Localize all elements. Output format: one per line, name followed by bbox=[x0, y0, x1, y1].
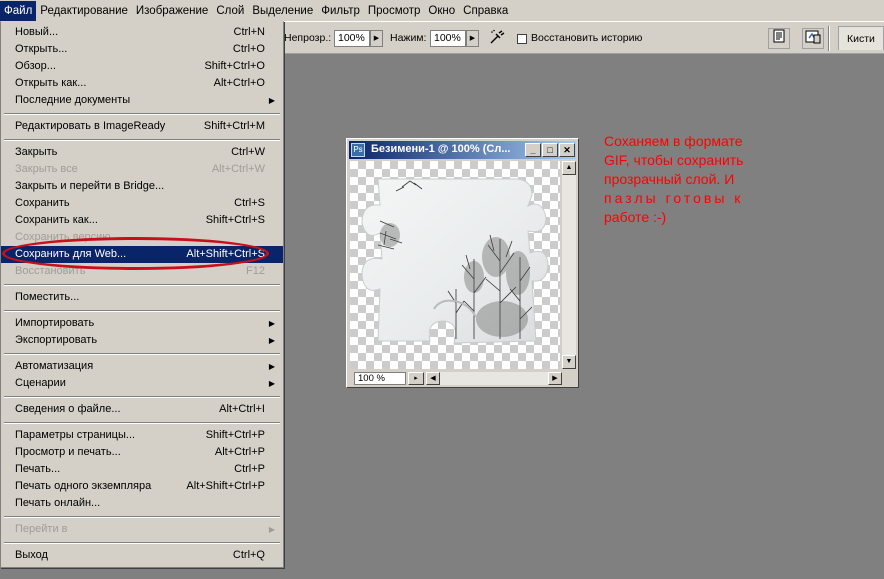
menu-item-exit[interactable]: Выход Ctrl+Q bbox=[1, 547, 283, 564]
menu-item-print-one[interactable]: Печать одного экземпляра Alt+Shift+Ctrl+P bbox=[1, 478, 283, 495]
menu-separator bbox=[1, 306, 283, 315]
annotation-text: Соханяем в формате GIF, чтобы сохранить … bbox=[604, 132, 804, 227]
scroll-down-arrow-icon[interactable]: ▼ bbox=[562, 355, 576, 369]
menu-item-file-info[interactable]: Сведения о файле... Alt+Ctrl+I bbox=[1, 401, 283, 418]
annotation-line: Соханяем в формате bbox=[604, 133, 743, 149]
menu-item-edit-imageready[interactable]: Редактировать в ImageReady Shift+Ctrl+M bbox=[1, 118, 283, 135]
restore-history-checkbox[interactable] bbox=[517, 34, 527, 44]
opacity-label: Непрозр.: bbox=[284, 32, 332, 44]
menu-item-close-all: Закрыть все Alt+Ctrl+W bbox=[15, 163, 265, 175]
submenu-arrow-icon: ▶ bbox=[268, 96, 275, 105]
close-button[interactable]: ✕ bbox=[559, 143, 575, 157]
restore-history-label: Восстановить историю bbox=[531, 32, 643, 44]
menu-item-print-online[interactable]: Печать онлайн... bbox=[1, 495, 283, 512]
menu-item-save-version: Сохранить версию... bbox=[15, 231, 120, 243]
submenu-arrow-icon: ▶ bbox=[268, 362, 275, 371]
horizontal-scrollbar[interactable]: ◀ ▶ bbox=[426, 372, 562, 385]
menu-separator bbox=[1, 280, 283, 289]
menu-item-close[interactable]: Закрыть Ctrl+W bbox=[1, 144, 283, 161]
menu-separator bbox=[1, 392, 283, 401]
menu-filter[interactable]: Фильтр bbox=[317, 1, 364, 21]
menu-item-jump-to: Перейти в ▶ bbox=[1, 521, 283, 538]
menu-item-save-as[interactable]: Сохранить как... Shift+Ctrl+S bbox=[1, 212, 283, 229]
menu-separator bbox=[1, 512, 283, 521]
menu-bar: Файл Редактирование Изображение Слой Выд… bbox=[0, 0, 884, 22]
menu-item-automate[interactable]: Автоматизация ▶ bbox=[1, 358, 283, 375]
zoom-level-field[interactable]: 100 % bbox=[354, 372, 406, 385]
annotation-line: прозрачный слой. И bbox=[604, 171, 735, 187]
menu-layer[interactable]: Слой bbox=[212, 1, 248, 21]
menu-separator bbox=[1, 418, 283, 427]
menu-file[interactable]: Файл bbox=[0, 0, 37, 21]
flow-input[interactable]: 100% bbox=[430, 30, 466, 47]
minimize-button[interactable]: _ bbox=[525, 143, 541, 157]
flow-label: Нажим: bbox=[390, 32, 427, 44]
menu-item-print-preview[interactable]: Просмотр и печать... Alt+Ctrl+P bbox=[1, 444, 283, 461]
submenu-arrow-icon: ▶ bbox=[268, 525, 275, 534]
tab-brushes[interactable]: Кисти bbox=[838, 26, 884, 50]
menu-item-close-bridge[interactable]: Закрыть и перейти в Bridge... bbox=[1, 178, 283, 195]
menu-item-scripts[interactable]: Сценарии ▶ bbox=[1, 375, 283, 392]
submenu-arrow-icon: ▶ bbox=[268, 379, 275, 388]
palette-icon[interactable] bbox=[802, 28, 824, 49]
opacity-input[interactable]: 100% bbox=[334, 30, 370, 47]
scroll-right-arrow-icon[interactable]: ▶ bbox=[548, 372, 562, 385]
opacity-dropdown-button[interactable]: ▶ bbox=[370, 30, 383, 47]
menu-item-recent[interactable]: Последние документы ▶ bbox=[1, 92, 283, 109]
menu-item-export[interactable]: Экспортировать ▶ bbox=[1, 332, 283, 349]
menu-view[interactable]: Просмотр bbox=[364, 1, 425, 21]
menu-separator bbox=[1, 135, 283, 144]
menu-item-open[interactable]: Открыть... Ctrl+O bbox=[1, 41, 283, 58]
menu-item-print[interactable]: Печать... Ctrl+P bbox=[1, 461, 283, 478]
menu-help[interactable]: Справка bbox=[459, 1, 512, 21]
menu-edit[interactable]: Редактирование bbox=[36, 1, 132, 21]
document-window[interactable]: Ps Безимени-1 @ 100% (Сл... _ □ ✕ ▲ ▼ 10… bbox=[346, 138, 579, 388]
menu-separator bbox=[1, 109, 283, 118]
scroll-left-arrow-icon[interactable]: ◀ bbox=[426, 372, 440, 385]
flow-dropdown-button[interactable]: ▶ bbox=[466, 30, 479, 47]
menu-item-browse[interactable]: Обзор... Shift+Ctrl+O bbox=[1, 58, 283, 75]
menu-separator bbox=[1, 349, 283, 358]
document-title: Безимени-1 @ 100% (Сл... bbox=[371, 143, 511, 155]
scroll-up-arrow-icon[interactable]: ▲ bbox=[562, 161, 576, 175]
menu-item-place[interactable]: Поместить... bbox=[1, 289, 283, 306]
document-icon[interactable] bbox=[768, 28, 790, 49]
menu-select[interactable]: Выделение bbox=[248, 1, 317, 21]
annotation-line: GIF, чтобы сохранить bbox=[604, 152, 744, 168]
puzzle-piece-image bbox=[361, 178, 549, 344]
menu-window[interactable]: Окно bbox=[424, 1, 459, 21]
menu-image[interactable]: Изображение bbox=[132, 1, 212, 21]
maximize-button[interactable]: □ bbox=[542, 143, 558, 157]
vertical-scrollbar[interactable]: ▲ ▼ bbox=[562, 161, 576, 369]
status-info-icon[interactable]: ▸ bbox=[408, 372, 424, 385]
menu-item-save-for-web[interactable]: Сохранить для Web... Alt+Shift+Ctrl+S bbox=[1, 246, 283, 263]
annotation-line: пазлы готовы к bbox=[604, 190, 744, 206]
toolbar-separator bbox=[828, 26, 830, 51]
submenu-arrow-icon: ▶ bbox=[268, 319, 275, 328]
document-canvas[interactable] bbox=[350, 161, 560, 369]
annotation-line: работе :-) bbox=[604, 209, 667, 225]
menu-item-new[interactable]: Новый... Ctrl+N bbox=[1, 24, 283, 41]
menu-separator bbox=[1, 538, 283, 547]
menu-item-revert: Восстановить F12 bbox=[15, 265, 265, 277]
document-titlebar[interactable]: Ps Безимени-1 @ 100% (Сл... _ □ ✕ bbox=[349, 141, 576, 159]
menu-item-save[interactable]: Сохранить Ctrl+S bbox=[1, 195, 283, 212]
submenu-arrow-icon: ▶ bbox=[268, 336, 275, 345]
photoshop-doc-icon: Ps bbox=[351, 143, 365, 157]
airbrush-icon[interactable] bbox=[486, 28, 508, 49]
menu-item-page-setup[interactable]: Параметры страницы... Shift+Ctrl+P bbox=[1, 427, 283, 444]
document-status-bar: 100 % ▸ ◀ ▶ bbox=[350, 371, 576, 386]
menu-item-import[interactable]: Импортировать ▶ bbox=[1, 315, 283, 332]
file-menu-dropdown: Новый... Ctrl+N Открыть... Ctrl+O Обзор...… bbox=[0, 21, 284, 568]
menu-item-open-as[interactable]: Открыть как... Alt+Ctrl+O bbox=[1, 75, 283, 92]
